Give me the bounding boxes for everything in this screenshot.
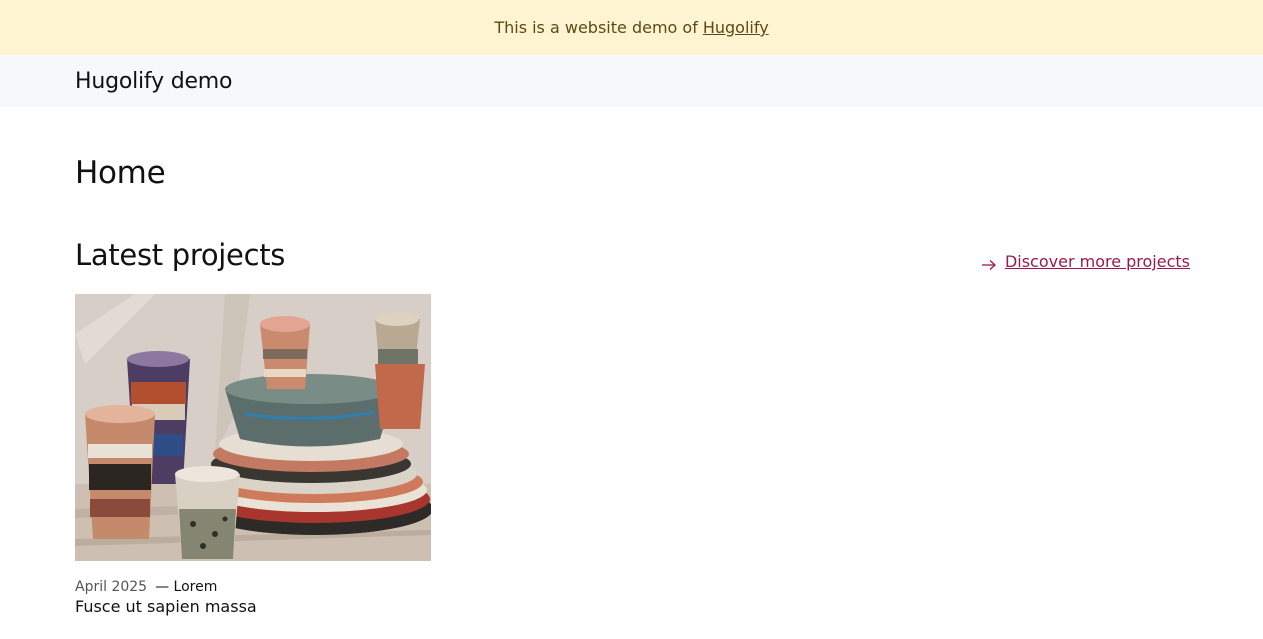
banner-text: This is a website demo of xyxy=(494,18,698,37)
main-content: Home Latest projects Discover more proje… xyxy=(0,155,1263,616)
site-title-link[interactable]: Hugolify demo xyxy=(75,69,233,94)
demo-banner: This is a website demo of Hugolify xyxy=(0,0,1263,55)
discover-more-label: Discover more projects xyxy=(1004,252,1190,271)
projects-section-header: Latest projects Discover more projects xyxy=(75,237,1190,273)
ceramics-photo xyxy=(75,294,431,561)
site-header: Hugolify demo xyxy=(0,55,1263,107)
section-title: Latest projects xyxy=(75,238,286,272)
project-card[interactable]: April 2025 — Lorem Fusce ut sapien massa xyxy=(75,294,431,616)
discover-more-projects-link[interactable]: Discover more projects xyxy=(981,252,1190,271)
page-title: Home xyxy=(75,155,166,191)
project-date: April 2025 xyxy=(75,579,148,595)
project-category[interactable]: — Lorem xyxy=(155,579,217,595)
banner-hugolify-link[interactable]: Hugolify xyxy=(703,18,769,37)
project-title[interactable]: Fusce ut sapien massa xyxy=(75,597,431,616)
arrow-right-icon xyxy=(981,256,997,270)
project-meta: April 2025 — Lorem xyxy=(75,579,431,595)
project-image[interactable] xyxy=(75,294,431,561)
